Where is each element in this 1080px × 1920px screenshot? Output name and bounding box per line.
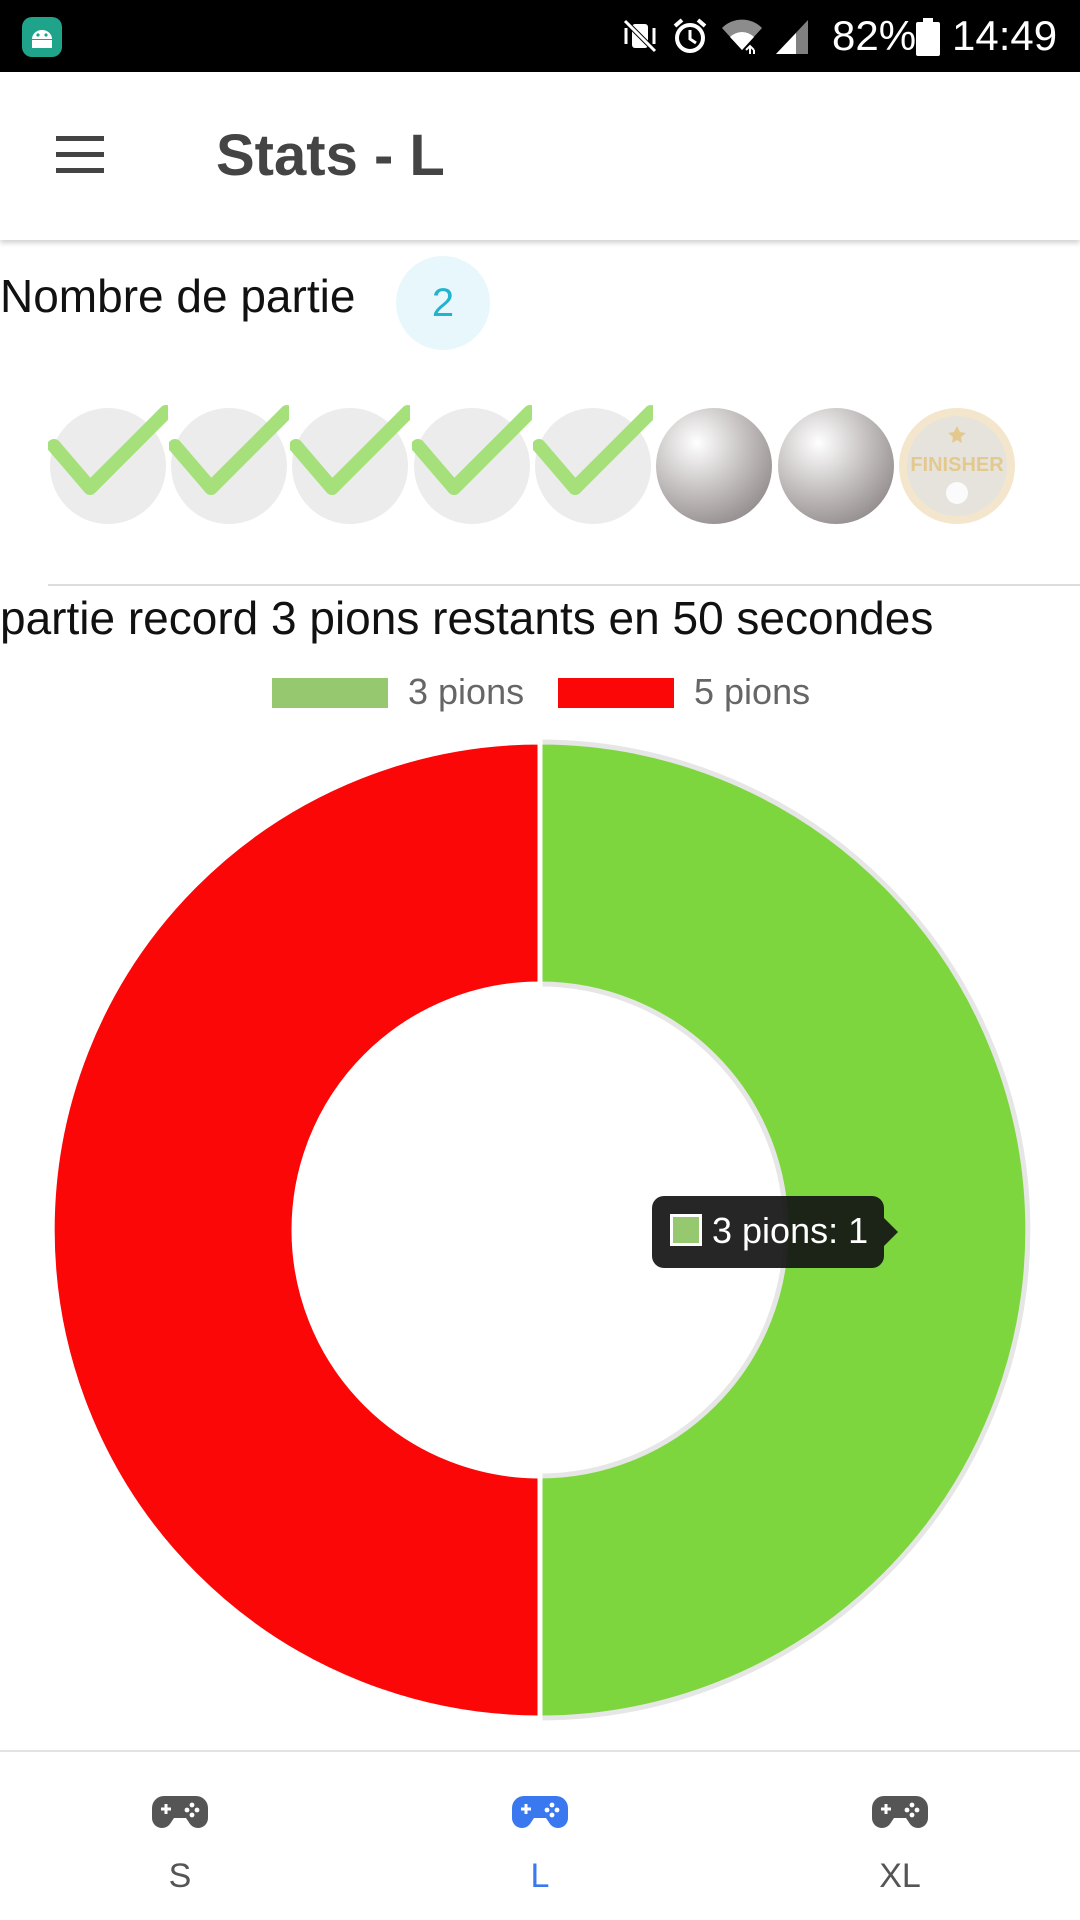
wifi-icon [722,19,762,54]
app-bar: Stats - L [0,72,1080,240]
donut-chart-svg [49,739,1031,1721]
finisher-label: FINISHER [910,454,1004,476]
hamburger-menu-icon[interactable] [48,124,120,188]
android-app-icon [22,17,62,57]
pending-token-icon [656,408,772,524]
app-screen: 82% 14:49 Stats - L Nombre de partie 2 F… [0,0,1080,1920]
legend-swatch-5-pions[interactable] [558,678,674,708]
tooltip-swatch [670,1214,702,1246]
chart-tooltip: 3 pions: 1 [652,1196,898,1268]
chart-legend: 3 pions 5 pions [0,668,1080,718]
nav-label-l: L [530,1857,550,1895]
status-time: 14:49 [952,12,1058,59]
nav-label-xl: XL [879,1857,921,1895]
battery-percent: 82% [832,12,917,59]
mute-vibrate-icon [623,19,657,53]
legend-swatch-3-pions[interactable] [272,678,388,708]
gamepad-icon [152,1796,208,1828]
nav-item-s[interactable]: S [0,1752,360,1920]
status-bar: 82% 14:49 [0,0,1080,72]
progress-tokens: FINISHER [48,404,1028,526]
games-count-label: Nombre de partie [0,270,356,322]
legend-label-5-pions[interactable]: 5 pions [694,670,810,714]
games-count-row: Nombre de partie 2 [0,256,1080,352]
nav-item-l[interactable]: L [360,1752,720,1920]
donut-chart [0,730,1080,1730]
completed-check-icon [48,405,168,524]
cell-signal-icon [776,20,808,54]
alarm-icon [673,18,707,53]
completed-check-icon [169,405,289,524]
completed-check-icon [533,405,653,524]
finisher-badge-icon: FINISHER [899,408,1015,524]
donut-slice-5-pions[interactable] [49,739,543,1721]
completed-check-icon [412,405,532,524]
completed-check-icon [290,405,410,524]
games-count-badge: 2 [396,256,490,350]
page-title: Stats - L [216,123,445,188]
nav-label-s: S [168,1857,192,1895]
status-icons [620,14,810,58]
legend-label-3-pions[interactable]: 3 pions [408,670,524,714]
bottom-navigation: S L XL [0,1750,1080,1920]
nav-item-xl[interactable]: XL [720,1752,1080,1920]
gamepad-icon [512,1796,568,1828]
tooltip-text: 3 pions: 1 [712,1210,869,1251]
battery-icon [916,18,940,56]
divider [48,584,1080,586]
record-text: partie record 3 pions restants en 50 sec… [0,592,934,644]
pending-token-icon [778,408,894,524]
gamepad-icon [872,1796,928,1828]
